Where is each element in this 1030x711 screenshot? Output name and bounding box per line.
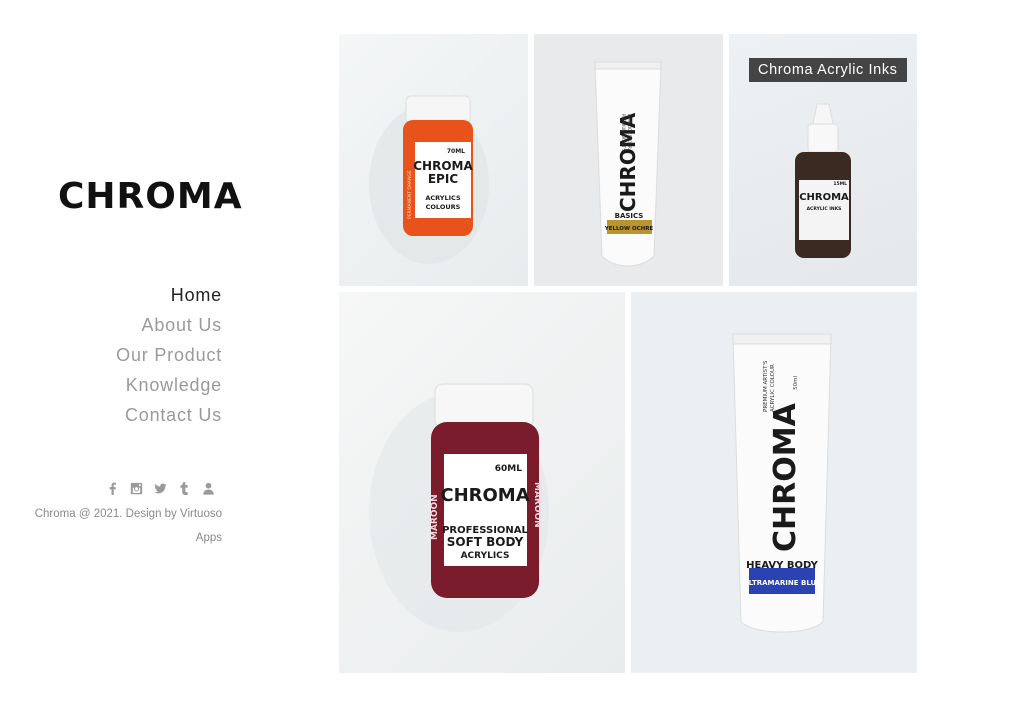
heavy-brand: CHROMA (768, 402, 803, 552)
heavy-band: ULTRAMARINE BLUE (743, 579, 821, 587)
ink-brand: CHROMA (799, 192, 849, 203)
heavy-size: 50ml (793, 376, 799, 390)
basics-tag1: PREMIUM ARTIST'S (621, 114, 626, 152)
epic-size: 70ML (447, 148, 465, 155)
epic-jar-image: 70ML CHROMA EPIC ACRYLICS COLOURS PERMAN… (369, 95, 489, 264)
basics-line: BASICS (615, 212, 644, 220)
epic-name: EPIC (428, 172, 458, 186)
tile-caption: Chroma Acrylic Inks (749, 58, 907, 82)
soft-line-2: SOFT BODY (447, 535, 524, 549)
soft-side-right: MAROON (532, 482, 542, 528)
heavy-body-tube-image: CHROMA HEAVY BODY ULTRAMARINE BLUE PREMI… (732, 333, 832, 633)
epic-sub2: COLOURS (426, 203, 461, 211)
soft-side-left: MAROON (430, 494, 440, 540)
heavy-line: HEAVY BODY (746, 560, 818, 571)
heavy-tag2: ACRYLIC COLOUR (770, 364, 776, 412)
soft-body-jar-image: 60ML CHROMA PROFESSIONAL SOFT BODY ACRYL… (369, 383, 549, 632)
heavy-tag1: PREMIUM ARTIST'S (763, 360, 769, 412)
basics-tag2: ACRYLIC COLOUR (627, 114, 632, 149)
epic-side-text: PERMANENT ORANGE (407, 170, 413, 219)
ink-size: 15ML (833, 181, 847, 187)
gallery-tile-basics[interactable]: CHROMA BASICS YELLOW OCHRE PREMIUM ARTIS… (534, 34, 723, 286)
soft-line-3: ACRYLICS (461, 551, 510, 561)
basics-band: YELLOW OCHRE (604, 226, 654, 232)
product-gallery: 70ML CHROMA EPIC ACRYLICS COLOURS PERMAN… (0, 0, 1030, 711)
gallery-tile-soft-body[interactable]: 60ML CHROMA PROFESSIONAL SOFT BODY ACRYL… (339, 292, 625, 673)
gallery-tile-heavy-body[interactable]: CHROMA HEAVY BODY ULTRAMARINE BLUE PREMI… (631, 292, 917, 673)
epic-brand: CHROMA (413, 159, 473, 173)
soft-brand: CHROMA (440, 485, 529, 506)
gallery-tile-epic-acrylics[interactable]: 70ML CHROMA EPIC ACRYLICS COLOURS PERMAN… (339, 34, 528, 286)
soft-size: 60ML (495, 464, 522, 474)
gallery-tile-acrylic-inks[interactable]: CHROMA ACRYLIC INKS 15ML Chroma Acrylic … (729, 34, 917, 286)
ink-sub: ACRYLIC INKS (807, 206, 842, 212)
epic-sub1: ACRYLICS (425, 194, 461, 202)
basics-tube-image: CHROMA BASICS YELLOW OCHRE PREMIUM ARTIS… (594, 61, 662, 267)
